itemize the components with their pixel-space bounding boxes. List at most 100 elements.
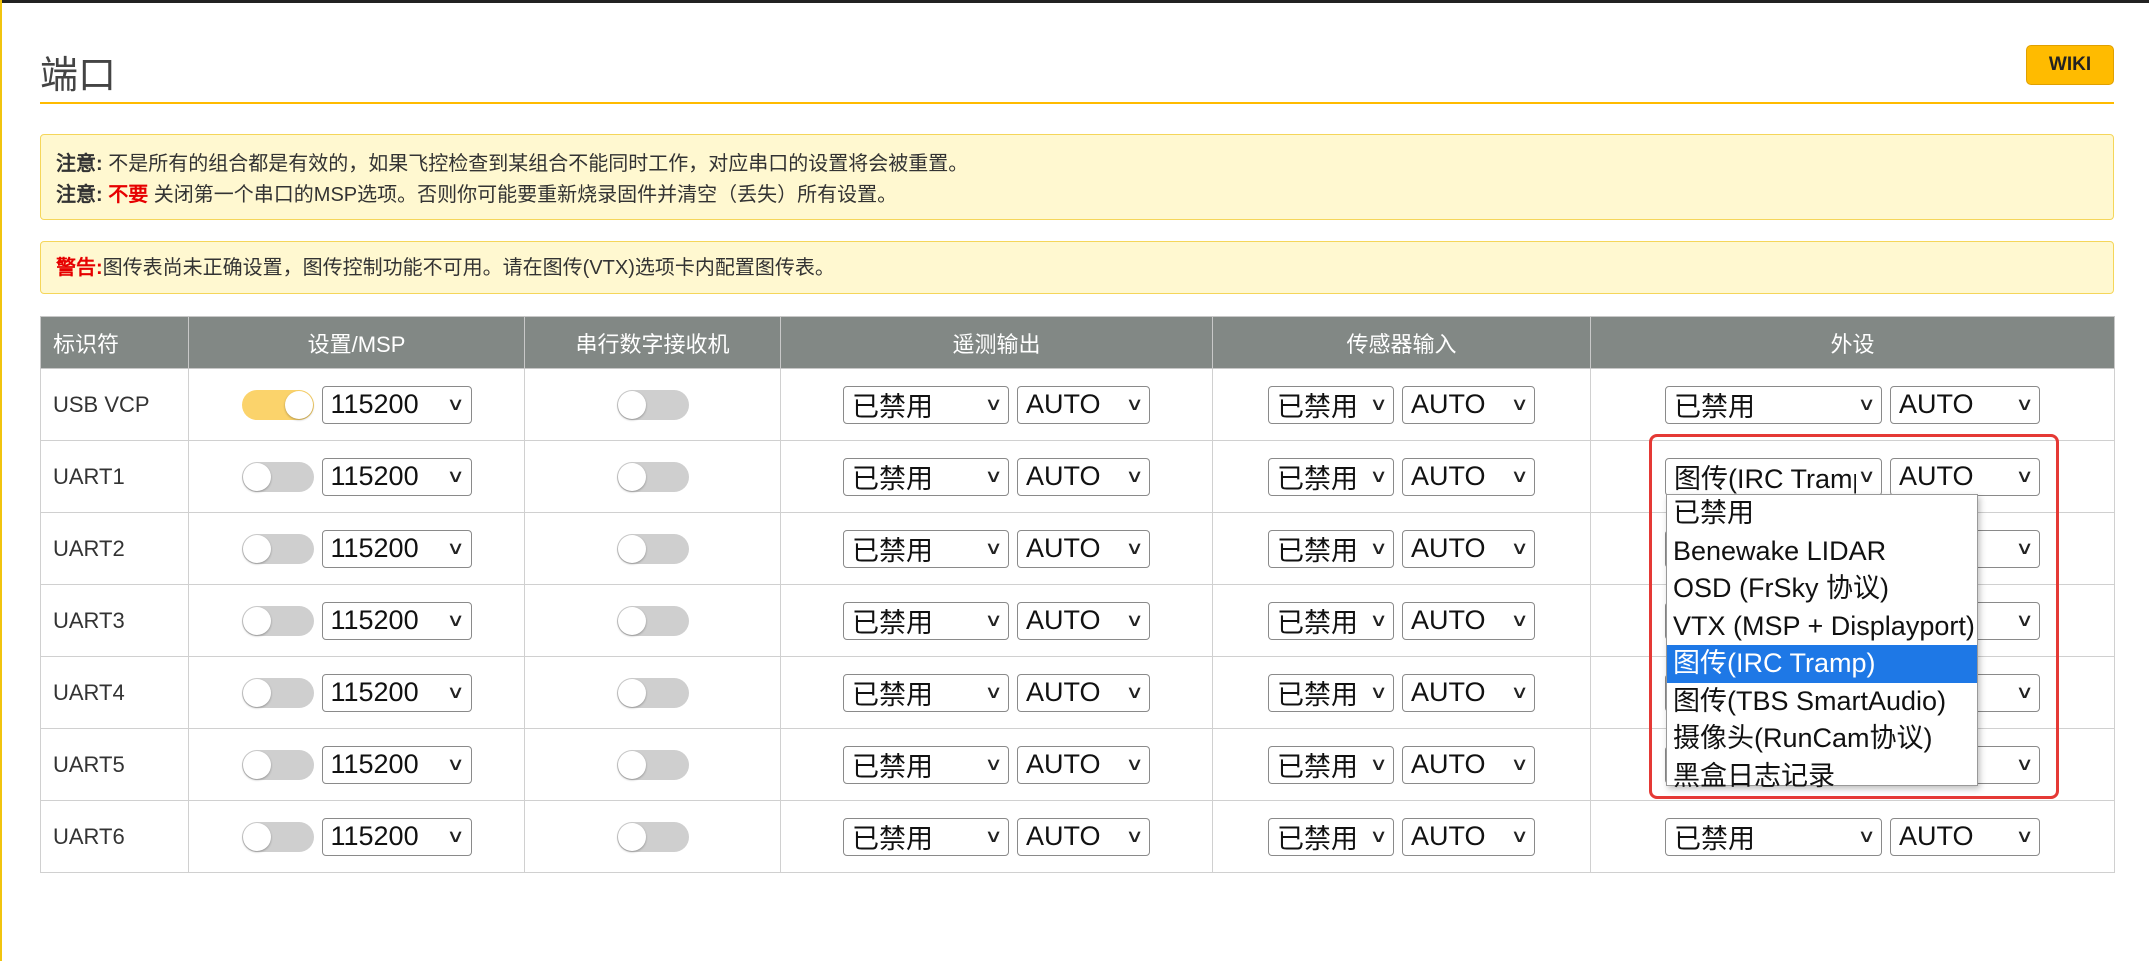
dropdown-option[interactable]: Benewake LIDAR (1667, 533, 1977, 571)
telemetry-select[interactable]: 已禁用 ∨ (843, 745, 1009, 784)
chevron-down-icon: ∨ (1125, 466, 1144, 486)
sensor-baud-select[interactable]: AUTO ∨ (1402, 673, 1535, 712)
chevron-down-icon: ∨ (446, 538, 466, 558)
dropdown-option[interactable]: 已禁用 (1667, 495, 1977, 533)
sensor-select[interactable]: 已禁用 ∨ (1268, 529, 1394, 568)
select-value: 已禁用 (1277, 392, 1358, 422)
dropdown-option[interactable]: 摄像头(RunCam协议) (1667, 720, 1977, 758)
peripheral-baud-select[interactable]: AUTO ∨ (1890, 457, 2040, 496)
sensor-baud-select[interactable]: AUTO ∨ (1402, 529, 1535, 568)
serial-rx-toggle[interactable] (616, 605, 689, 636)
telemetry-select[interactable]: 已禁用 ∨ (843, 457, 1009, 496)
sensor-baud-select[interactable]: AUTO ∨ (1402, 457, 1535, 496)
telemetry-select[interactable]: 已禁用 ∨ (843, 601, 1009, 640)
sensor-select[interactable]: 已禁用 ∨ (1268, 745, 1394, 784)
telemetry-baud-select[interactable]: AUTO ∨ (1017, 601, 1150, 640)
sensor-baud-select[interactable]: AUTO ∨ (1402, 601, 1535, 640)
cell-telemetry: 已禁用 ∨ AUTO ∨ (780, 800, 1213, 873)
select-value: AUTO (1411, 605, 1486, 635)
telemetry-baud-select[interactable]: AUTO ∨ (1017, 817, 1150, 856)
cell-config-msp: 115200 ∨ (188, 368, 525, 441)
msp-toggle[interactable] (241, 533, 314, 564)
sensor-select[interactable]: 已禁用 ∨ (1268, 817, 1394, 856)
dropdown-option[interactable]: 图传(IRC Tramp) (1667, 645, 1977, 683)
msp-baud-select[interactable]: 115200 ∨ (321, 457, 472, 496)
telemetry-baud-select[interactable]: AUTO ∨ (1017, 385, 1150, 424)
chevron-down-icon: ∨ (984, 394, 1003, 414)
cell-telemetry: 已禁用 ∨ AUTO ∨ (780, 440, 1213, 513)
peripheral-select[interactable]: 已禁用 ∨ (1665, 385, 1882, 424)
peripheral-baud-select[interactable]: AUTO ∨ (1890, 385, 2040, 424)
telemetry-baud-select[interactable]: AUTO ∨ (1017, 673, 1150, 712)
serial-rx-toggle[interactable] (616, 821, 689, 852)
toggle-knob (242, 534, 271, 563)
peripheral-select[interactable]: 已禁用 ∨ (1665, 817, 1882, 856)
peripheral-dropdown-list[interactable]: 已禁用 Benewake LIDAR OSD (FrSky 协议) VTX (MSP … (1666, 494, 1978, 791)
serial-rx-toggle[interactable] (616, 677, 689, 708)
dropdown-option[interactable]: 图传(TBS SmartAudio) (1667, 683, 1977, 721)
msp-baud-select[interactable]: 115200 ∨ (321, 601, 472, 640)
toggle-knob (242, 606, 271, 635)
select-value: AUTO (1026, 389, 1101, 419)
header-sensor: 传感器输入 (1212, 316, 1591, 369)
dropdown-option[interactable]: OSD (FrSky 协议) (1667, 570, 1977, 608)
toggle-knob (242, 822, 271, 851)
telemetry-select[interactable]: 已禁用 ∨ (843, 529, 1009, 568)
cell-config-msp: 115200 ∨ (188, 728, 525, 801)
chevron-down-icon: ∨ (1510, 826, 1529, 846)
note-line-2: 注意: 不要 关闭第一个串口的MSP选项。否则你可能要重新烧录固件并清空（丢失）… (56, 180, 2098, 211)
sensor-select[interactable]: 已禁用 ∨ (1268, 673, 1394, 712)
telemetry-baud-select[interactable]: AUTO ∨ (1017, 529, 1150, 568)
msp-toggle[interactable] (241, 749, 314, 780)
msp-baud-select[interactable]: 115200 ∨ (321, 745, 472, 784)
msp-toggle[interactable] (241, 821, 314, 852)
peripheral-select[interactable]: 图传(IRC Tramp)∨ (1665, 457, 1882, 496)
port-identifier: UART5 (40, 728, 189, 801)
cell-peripherals: 已禁用 ∨ AUTO ∨ (1590, 800, 2115, 873)
serial-rx-toggle[interactable] (616, 533, 689, 564)
chevron-down-icon: ∨ (1857, 394, 1876, 414)
msp-baud-select[interactable]: 115200 ∨ (321, 673, 472, 712)
chevron-down-icon: ∨ (2015, 538, 2034, 558)
msp-baud-select[interactable]: 115200 ∨ (321, 385, 472, 424)
telemetry-select[interactable]: 已禁用 ∨ (843, 817, 1009, 856)
telemetry-select[interactable]: 已禁用 ∨ (843, 673, 1009, 712)
port-identifier: UART1 (40, 440, 189, 513)
sensor-baud-select[interactable]: AUTO ∨ (1402, 817, 1535, 856)
chevron-down-icon: ∨ (1510, 466, 1529, 486)
msp-toggle[interactable] (241, 605, 314, 636)
table-row: UART6 115200 ∨ 已禁用 ∨ AUTO ∨ 已禁用 ∨ AUTO ∨ 已禁用 ∨ AUTO ∨ (40, 800, 2115, 873)
dropdown-option[interactable]: 黑盒日志记录 (1667, 758, 1977, 796)
chevron-down-icon: ∨ (1125, 754, 1144, 774)
msp-toggle[interactable] (241, 677, 314, 708)
sensor-select[interactable]: 已禁用 ∨ (1268, 385, 1394, 424)
telemetry-select[interactable]: 已禁用 ∨ (843, 385, 1009, 424)
header-config-msp: 设置/MSP (188, 316, 525, 369)
serial-rx-toggle[interactable] (616, 749, 689, 780)
chevron-down-icon: ∨ (1369, 826, 1388, 846)
select-value: AUTO (1026, 605, 1101, 635)
msp-baud-select[interactable]: 115200 ∨ (321, 817, 472, 856)
serial-rx-toggle[interactable] (616, 461, 689, 492)
select-value: AUTO (1026, 821, 1101, 851)
wiki-button[interactable]: WIKI (2026, 45, 2114, 85)
sensor-baud-select[interactable]: AUTO ∨ (1402, 385, 1535, 424)
sensor-select[interactable]: 已禁用 ∨ (1268, 601, 1394, 640)
msp-baud-select[interactable]: 115200 ∨ (321, 529, 472, 568)
msp-toggle[interactable] (241, 461, 314, 492)
telemetry-baud-select[interactable]: AUTO ∨ (1017, 457, 1150, 496)
cell-serial-rx (524, 584, 781, 657)
sensor-select[interactable]: 已禁用 ∨ (1268, 457, 1394, 496)
toggle-knob (617, 462, 646, 491)
telemetry-baud-select[interactable]: AUTO ∨ (1017, 745, 1150, 784)
chevron-down-icon: ∨ (446, 682, 466, 702)
sensor-baud-select[interactable]: AUTO ∨ (1402, 745, 1535, 784)
chevron-down-icon: ∨ (984, 682, 1003, 702)
chevron-down-icon: ∨ (1369, 394, 1388, 414)
select-value: 已禁用 (1277, 680, 1358, 710)
dropdown-option[interactable]: VTX (MSP + Displayport) (1667, 608, 1977, 646)
msp-toggle[interactable] (241, 389, 314, 420)
serial-rx-toggle[interactable] (616, 389, 689, 420)
peripheral-baud-select[interactable]: AUTO ∨ (1890, 817, 2040, 856)
warning-text: 图传表尚未正确设置，图传控制功能不可用。请在图传(VTX)选项卡内配置图传表。 (102, 257, 835, 279)
